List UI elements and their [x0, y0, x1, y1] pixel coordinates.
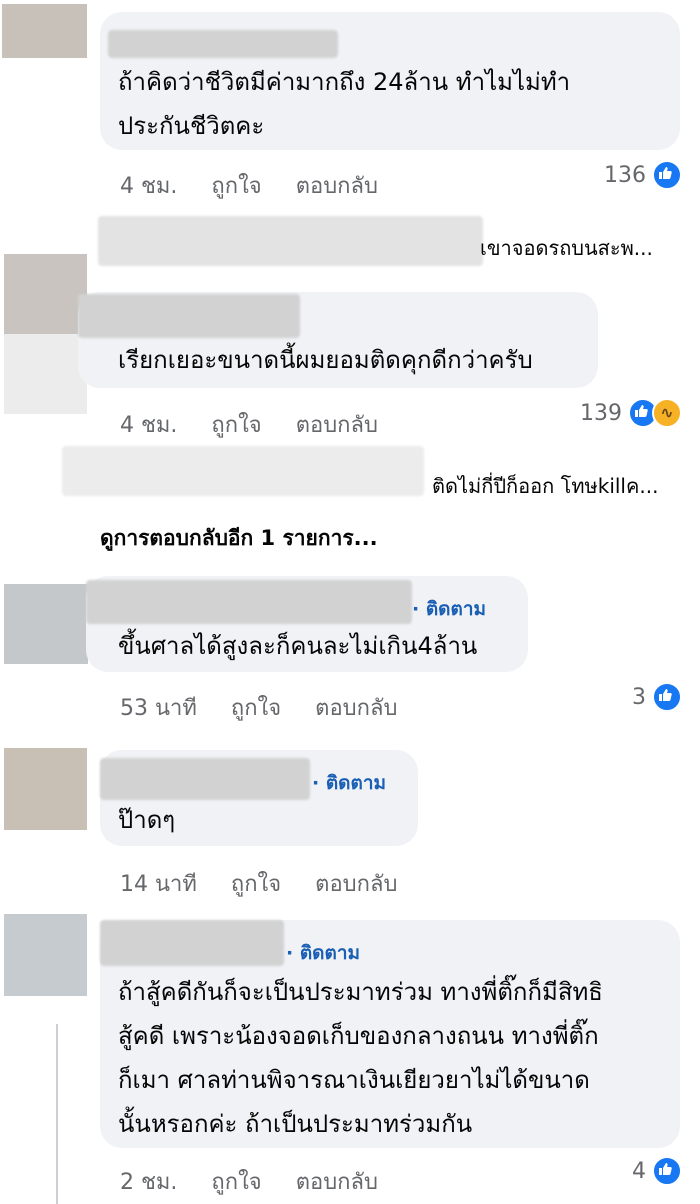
like-icon	[652, 682, 682, 712]
comment-time[interactable]: 2 ชม.	[120, 1164, 177, 1199]
comment-actions: 53 นาที ถูกใจ ตอบกลับ	[120, 690, 431, 725]
comment-bubble: · ติดตาม ขึ้นศาลได้สูงละก็คนละไม่เกิน4ล้…	[86, 576, 528, 672]
reaction-count: 4	[632, 1158, 646, 1184]
author-name-redacted[interactable]	[108, 30, 338, 58]
reaction-count: 3	[632, 684, 646, 710]
comment-time[interactable]: 14 นาที	[120, 866, 197, 901]
avatar-shadow	[4, 334, 87, 414]
reply-button[interactable]: ตอบกลับ	[296, 168, 378, 203]
comment-actions: 4 ชม. ถูกใจ ตอบกลับ	[120, 407, 412, 442]
like-icon	[652, 1156, 682, 1186]
like-button[interactable]: ถูกใจ	[211, 407, 261, 442]
comment-text: สู้คดี เพราะน้องจอดเก็บของกลางถนน ทางพี่…	[118, 1022, 599, 1050]
reaction-summary[interactable]: 4	[632, 1156, 682, 1186]
comment-time[interactable]: 4 ชม.	[120, 168, 177, 203]
thread-line	[56, 1024, 58, 1204]
comment-text: ขึ้นศาลได้สูงละก็คนละไม่เกิน4ล้าน	[118, 632, 478, 660]
avatar[interactable]	[4, 914, 87, 996]
comment-actions: 4 ชม. ถูกใจ ตอบกลับ	[120, 168, 412, 203]
reaction-count: 139	[580, 400, 622, 426]
comment-bubble: · ติดตาม ถ้าสู้คดีกันก็จะเป็นประมาทร่วม …	[100, 920, 680, 1148]
comment-actions: 2 ชม. ถูกใจ ตอบกลับ	[120, 1164, 412, 1199]
reply-button[interactable]: ตอบกลับ	[296, 1164, 378, 1199]
comment-text: ป๊าดๆ	[118, 806, 176, 834]
comment-preview[interactable]: เขาจอดรถบนสะพ...	[480, 232, 653, 264]
author-name-redacted[interactable]	[86, 580, 412, 624]
author-name-redacted[interactable]	[100, 920, 284, 966]
comment-text: ประกันชีวิตคะ	[118, 112, 265, 140]
comment-bubble: เรียกเยอะขนาดนี้ผมยอมติดคุกดีกว่าครับ	[78, 292, 598, 388]
like-button[interactable]: ถูกใจ	[231, 866, 281, 901]
author-name-redacted[interactable]	[100, 758, 310, 800]
comment-actions: 14 นาที ถูกใจ ตอบกลับ	[120, 866, 431, 901]
author-name-redacted[interactable]	[78, 294, 300, 338]
haha-icon: ∿	[652, 398, 682, 428]
like-button[interactable]: ถูกใจ	[211, 168, 261, 203]
reaction-summary[interactable]: 136	[604, 160, 682, 190]
comment-text: ก็เมา ศาลท่านพิจารณาเงินเยียวยาไม่ได้ขนา…	[118, 1066, 590, 1094]
comment-bubble: · ติดตาม ป๊าดๆ	[100, 750, 418, 846]
avatar[interactable]	[2, 4, 87, 58]
reply-redacted	[62, 446, 424, 496]
view-more-replies-link[interactable]: ดูการตอบกลับอีก 1 รายการ...	[100, 522, 378, 555]
reply-preview[interactable]: ติดไม่กี่ปีก็ออก โทษkillค...	[432, 470, 658, 502]
like-button[interactable]: ถูกใจ	[211, 1164, 261, 1199]
comment-text: ถ้าสู้คดีกันก็จะเป็นประมาทร่วม ทางพี่ติ๊…	[118, 978, 603, 1006]
like-icon	[652, 160, 682, 190]
comment-text: ถ้าคิดว่าชีวิตมีค่ามากถึง 24ล้าน ทำไมไม่…	[118, 68, 571, 96]
reaction-count: 136	[604, 162, 646, 188]
reaction-summary[interactable]: 139 ∿	[580, 398, 682, 428]
reply-button[interactable]: ตอบกลับ	[296, 407, 378, 442]
reply-button[interactable]: ตอบกลับ	[315, 690, 397, 725]
reply-button[interactable]: ตอบกลับ	[315, 866, 397, 901]
follow-button[interactable]: · ติดตาม	[312, 768, 386, 798]
like-button[interactable]: ถูกใจ	[231, 690, 281, 725]
comment-text: นั้นหรอกค่ะ ถ้าเป็นประมาทร่วมกัน	[118, 1110, 473, 1138]
reaction-summary[interactable]: 3	[632, 682, 682, 712]
comment-time[interactable]: 53 นาที	[120, 690, 197, 725]
follow-button[interactable]: · ติดตาม	[412, 594, 486, 624]
avatar[interactable]	[4, 584, 88, 664]
parent-comment-redacted	[98, 216, 483, 266]
comment-time[interactable]: 4 ชม.	[120, 407, 177, 442]
follow-button[interactable]: · ติดตาม	[286, 938, 360, 968]
avatar[interactable]	[4, 748, 87, 830]
comment-text: เรียกเยอะขนาดนี้ผมยอมติดคุกดีกว่าครับ	[118, 346, 533, 374]
comment-bubble: ถ้าคิดว่าชีวิตมีค่ามากถึง 24ล้าน ทำไมไม่…	[100, 12, 680, 150]
avatar[interactable]	[4, 254, 87, 334]
